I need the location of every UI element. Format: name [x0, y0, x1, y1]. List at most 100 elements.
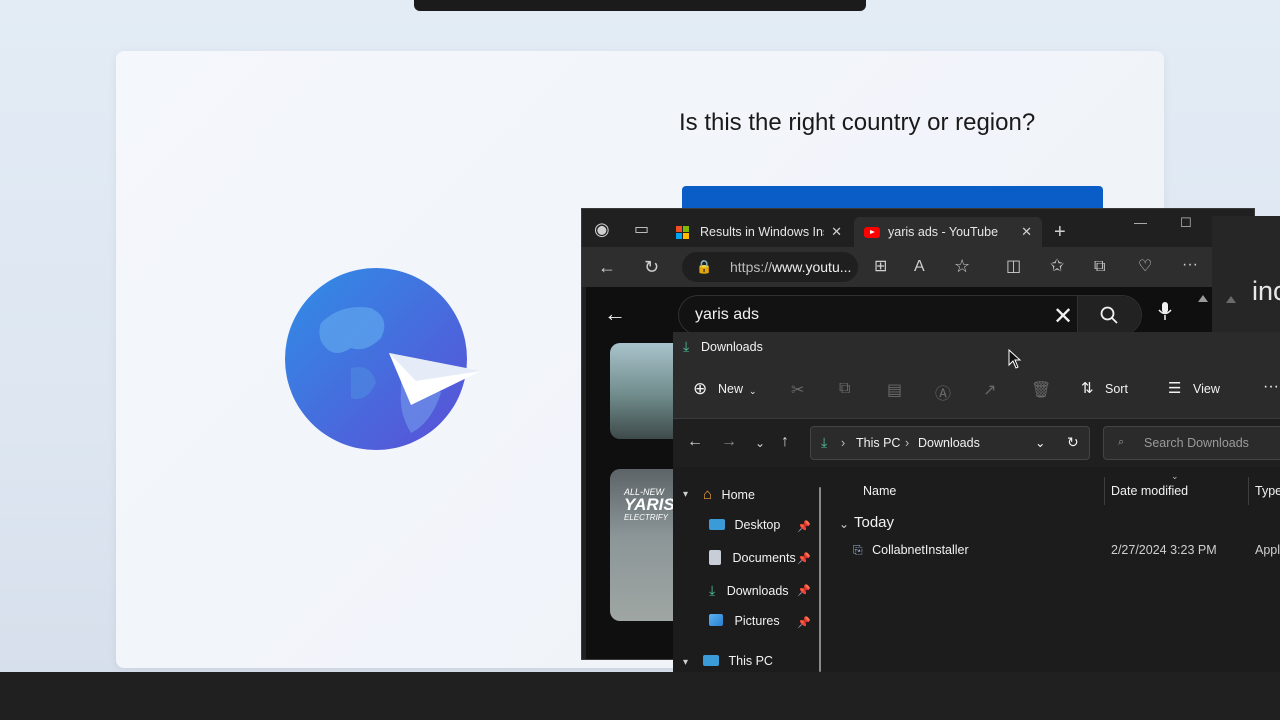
- address-bar[interactable]: 🔒 https://www.youtu...: [682, 252, 858, 282]
- refresh-icon[interactable]: ↻: [1067, 434, 1079, 451]
- pin-icon: 📌: [797, 553, 811, 565]
- downloads-icon: ⤓: [709, 582, 716, 598]
- desktop-icon: [709, 519, 725, 530]
- search-query: yaris ads: [695, 306, 760, 323]
- tab-actions-icon[interactable]: ▭: [634, 222, 649, 238]
- collections-icon[interactable]: ⧉: [1094, 259, 1105, 275]
- chevron-down-icon[interactable]: ▾: [683, 657, 688, 668]
- favorites-icon[interactable]: ✩: [1050, 257, 1064, 274]
- browser-essentials-icon[interactable]: ♡: [1138, 259, 1152, 275]
- url-prefix: https://: [730, 259, 773, 275]
- split-screen-icon[interactable]: ◫: [1006, 259, 1021, 275]
- refresh-icon[interactable]: ↻: [644, 258, 659, 276]
- nav-item-downloads[interactable]: ⤓ Downloads: [709, 582, 789, 599]
- nav-item-home[interactable]: ⌂ Home: [703, 486, 755, 503]
- clear-search-icon[interactable]: ✕: [1053, 302, 1073, 331]
- video-thumbnail[interactable]: [610, 343, 680, 439]
- tab-youtube[interactable]: yaris ads - YouTube ✕: [854, 217, 1042, 247]
- recent-locations-icon[interactable]: ⌄: [755, 436, 765, 450]
- profile-icon[interactable]: ◉: [594, 220, 610, 238]
- forward-icon[interactable]: →: [721, 433, 737, 451]
- paste-icon[interactable]: ▤: [887, 380, 902, 400]
- copy-icon[interactable]: ⧉: [839, 380, 850, 398]
- explorer-body: ▾ ⌂ Home Desktop 📌 Documents 📌 ⤓ Downloa…: [673, 467, 1280, 672]
- documents-icon: [709, 550, 721, 565]
- back-icon[interactable]: ←: [598, 258, 616, 276]
- edge-toolbar: ← ↻ 🔒 https://www.youtu... ⊞ A ☆ ◫ ✩ ⧉ ♡…: [582, 247, 1254, 287]
- rename-icon[interactable]: Ⓐ: [935, 380, 951, 404]
- url-host: www.youtu...: [772, 259, 852, 275]
- oobe-title: Is this the right country or region?: [679, 109, 1036, 136]
- column-divider[interactable]: [1248, 477, 1249, 505]
- explorer-command-bar: ⊕ New ⌄ ✂ ⧉ ▤ Ⓐ ↗ 🗑 ⇅ Sort ☰ View ···: [673, 362, 1280, 418]
- nav-label: Downloads: [726, 584, 789, 598]
- new-button[interactable]: New: [718, 382, 743, 396]
- close-tab-icon[interactable]: ✕: [831, 224, 842, 240]
- youtube-search-box[interactable]: yaris ads ✕: [678, 295, 1142, 335]
- close-tab-icon[interactable]: ✕: [1021, 224, 1032, 240]
- more-options-button[interactable]: ···: [1263, 378, 1279, 396]
- favorite-star-icon[interactable]: ☆: [954, 257, 970, 275]
- back-icon[interactable]: ←: [687, 433, 703, 451]
- nav-item-documents[interactable]: Documents: [709, 550, 796, 565]
- explorer-address-bar[interactable]: ⤓ › This PC › Downloads ⌄ ↻: [810, 426, 1090, 460]
- read-aloud-icon[interactable]: A: [914, 259, 925, 275]
- column-header-name[interactable]: Name: [863, 484, 896, 498]
- chevron-down-icon[interactable]: ⌄: [839, 517, 849, 531]
- downloads-icon: ⤓: [821, 434, 828, 450]
- downloads-icon: ⤓: [683, 338, 690, 354]
- new-tab-button[interactable]: +: [1054, 221, 1066, 244]
- breadcrumb-downloads[interactable]: Downloads: [918, 436, 980, 450]
- file-explorer-window: ⤓ Downloads ⊕ New ⌄ ✂ ⧉ ▤ Ⓐ ↗ 🗑 ⇅ Sort ☰…: [673, 332, 1280, 672]
- youtube-back-icon[interactable]: ←: [604, 301, 626, 327]
- cut-icon[interactable]: ✂: [791, 380, 804, 400]
- file-type: Appl: [1255, 543, 1280, 557]
- search-downloads-input[interactable]: ⌕ Search Downloads: [1103, 426, 1280, 460]
- scroll-up-arrow[interactable]: [1198, 295, 1208, 302]
- taskbar: [0, 672, 1280, 720]
- search-button[interactable]: [1077, 296, 1141, 334]
- chevron-down-icon[interactable]: ⌄: [1035, 435, 1045, 450]
- video-thumbnail[interactable]: ALL-NEW YARIS ELECTRIFY: [610, 469, 680, 621]
- nav-label: This PC: [728, 654, 773, 668]
- chevron-down-icon: ⌄: [749, 386, 757, 396]
- file-row[interactable]: ⎘ CollabnetInstaller: [853, 543, 969, 558]
- breadcrumb-this-pc[interactable]: This PC: [856, 436, 900, 450]
- microsoft-logo-icon: [676, 226, 690, 240]
- nav-label: Desktop: [734, 518, 781, 532]
- column-header-date-modified[interactable]: Date modified: [1111, 484, 1188, 498]
- breadcrumb-separator-icon: ›: [841, 436, 846, 450]
- minimize-button[interactable]: —: [1134, 215, 1147, 230]
- column-divider[interactable]: [1104, 477, 1105, 505]
- search-icon: ⌕: [1118, 436, 1125, 448]
- nav-scrollbar[interactable]: [819, 487, 821, 672]
- explorer-address-row: ← → ⌄ ↑ ⤓ › This PC › Downloads ⌄ ↻ ⌕ Se…: [673, 419, 1280, 467]
- tab-label: Results in Windows Insi: [700, 225, 824, 239]
- navigation-pane: ▾ ⌂ Home Desktop 📌 Documents 📌 ⤓ Downloa…: [673, 467, 823, 672]
- nav-item-desktop[interactable]: Desktop: [709, 518, 780, 532]
- maximize-button[interactable]: ☐: [1180, 215, 1192, 231]
- chevron-down-icon[interactable]: ▾: [683, 489, 688, 500]
- column-header-type[interactable]: Type: [1255, 484, 1280, 498]
- delete-icon[interactable]: 🗑: [1031, 380, 1051, 400]
- tab-results-windows-insider[interactable]: Results in Windows Insi ✕: [666, 217, 852, 247]
- search-placeholder: Search Downloads: [1144, 436, 1249, 450]
- explorer-title-bar: ⤓ Downloads: [673, 332, 1280, 362]
- nav-item-this-pc[interactable]: This PC: [703, 654, 773, 668]
- group-header-today[interactable]: Today: [854, 514, 894, 531]
- more-icon[interactable]: ···: [1182, 257, 1198, 273]
- up-icon[interactable]: ↑: [781, 433, 789, 451]
- this-pc-icon: [703, 655, 719, 666]
- microphone-icon[interactable]: [1158, 301, 1172, 321]
- extensions-icon[interactable]: ⊞: [874, 259, 887, 275]
- pin-icon: 📌: [797, 521, 811, 533]
- tab-label: yaris ads - YouTube: [888, 225, 999, 239]
- view-button[interactable]: View: [1193, 382, 1220, 396]
- search-icon: [1100, 306, 1118, 324]
- nav-item-pictures[interactable]: Pictures: [709, 614, 780, 628]
- share-icon[interactable]: ↗: [983, 380, 996, 400]
- installer-file-icon: ⎘: [853, 543, 863, 557]
- lock-icon: 🔒: [696, 259, 713, 274]
- sort-button[interactable]: Sort: [1105, 382, 1128, 396]
- scroll-up-arrow[interactable]: [1226, 296, 1236, 303]
